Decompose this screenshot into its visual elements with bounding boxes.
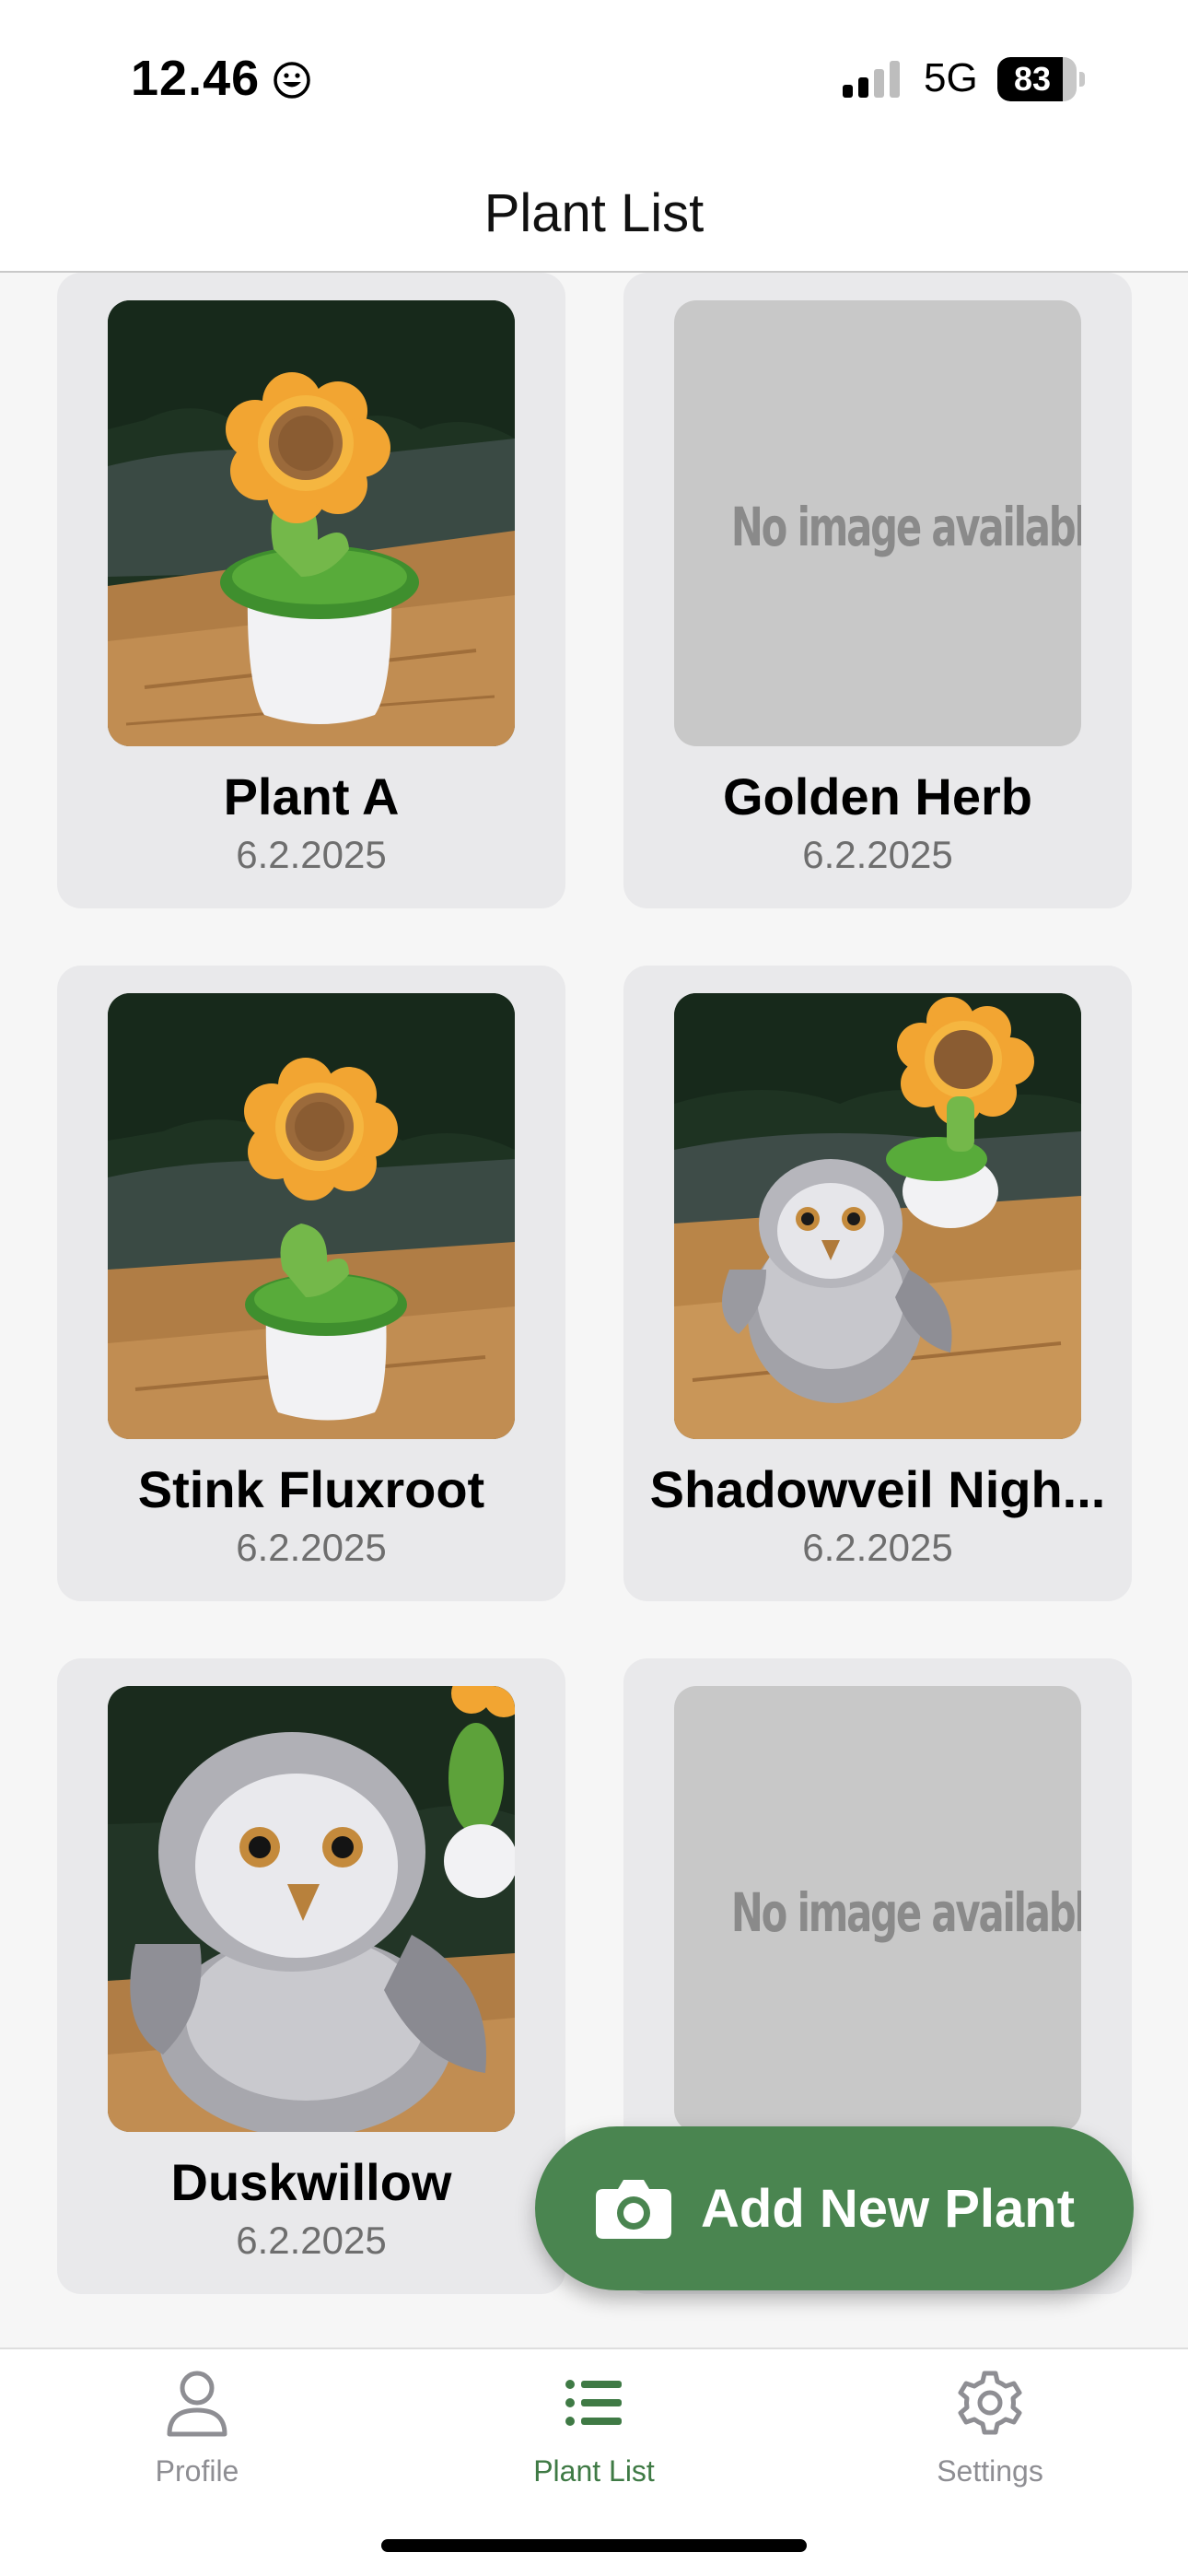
add-new-plant-label: Add New Plant (701, 2179, 1076, 2239)
person-icon (167, 2371, 227, 2437)
plant-date: 6.2.2025 (236, 2219, 387, 2262)
tab-label: Plant List (533, 2454, 655, 2488)
no-image-placeholder: No image available (674, 300, 1081, 746)
plant-photo (108, 1686, 515, 2132)
tab-settings[interactable]: Settings (852, 2366, 1128, 2504)
plant-list-screen: 12.46 5G 83 Plant List Plant A 6.2.2025 … (0, 0, 1188, 2576)
placeholder-text: No image available (730, 1881, 1081, 1944)
plant-card[interactable]: Plant A 6.2.2025 (57, 273, 565, 908)
home-indicator[interactable] (381, 2539, 807, 2552)
plant-date: 6.2.2025 (802, 1526, 953, 1569)
plant-grid: Plant A 6.2.2025 No image available Gold… (0, 273, 1188, 2348)
tab-label: Profile (155, 2454, 239, 2488)
placeholder-text: No image available (730, 496, 1081, 558)
tab-plant-list[interactable]: Plant List (456, 2366, 732, 2504)
plant-name: Duskwillow (170, 2153, 452, 2211)
camera-icon (596, 2180, 671, 2239)
navigation-header: Plant List (0, 157, 1188, 273)
status-bar: 12.46 5G 83 (0, 0, 1188, 157)
plant-card[interactable]: Duskwillow 6.2.2025 (57, 1658, 565, 2294)
tab-label: Settings (937, 2454, 1043, 2488)
plant-card[interactable]: No image available Golden Herb 6.2.2025 (623, 273, 1132, 908)
battery-icon: 83 (997, 57, 1086, 101)
plant-photo (108, 300, 515, 746)
smiley-icon (274, 62, 310, 99)
plant-name: Plant A (223, 767, 400, 825)
status-time: 12.46 (131, 51, 261, 106)
plant-card[interactable]: Shadowveil Nigh... 6.2.2025 (623, 966, 1132, 1601)
gear-icon (958, 2371, 1022, 2435)
page-title: Plant List (483, 183, 705, 243)
list-icon (565, 2380, 622, 2426)
plant-card[interactable]: Stink Fluxroot 6.2.2025 (57, 966, 565, 1601)
plant-name: Stink Fluxroot (137, 1460, 485, 1518)
plant-photo (674, 993, 1081, 1439)
plant-date: 6.2.2025 (802, 833, 953, 876)
plant-photo (108, 993, 515, 1439)
signal-icon (843, 61, 900, 98)
plant-date: 6.2.2025 (236, 1526, 387, 1569)
tab-profile[interactable]: Profile (59, 2366, 335, 2504)
battery-level: 83 (1013, 60, 1052, 98)
plant-name: Golden Herb (722, 767, 1033, 825)
plant-name: Shadowveil Nigh... (649, 1460, 1106, 1518)
network-label: 5G (924, 55, 978, 100)
add-new-plant-button[interactable]: Add New Plant (535, 2126, 1134, 2290)
plant-date: 6.2.2025 (236, 833, 387, 876)
no-image-placeholder: No image available (674, 1686, 1081, 2132)
